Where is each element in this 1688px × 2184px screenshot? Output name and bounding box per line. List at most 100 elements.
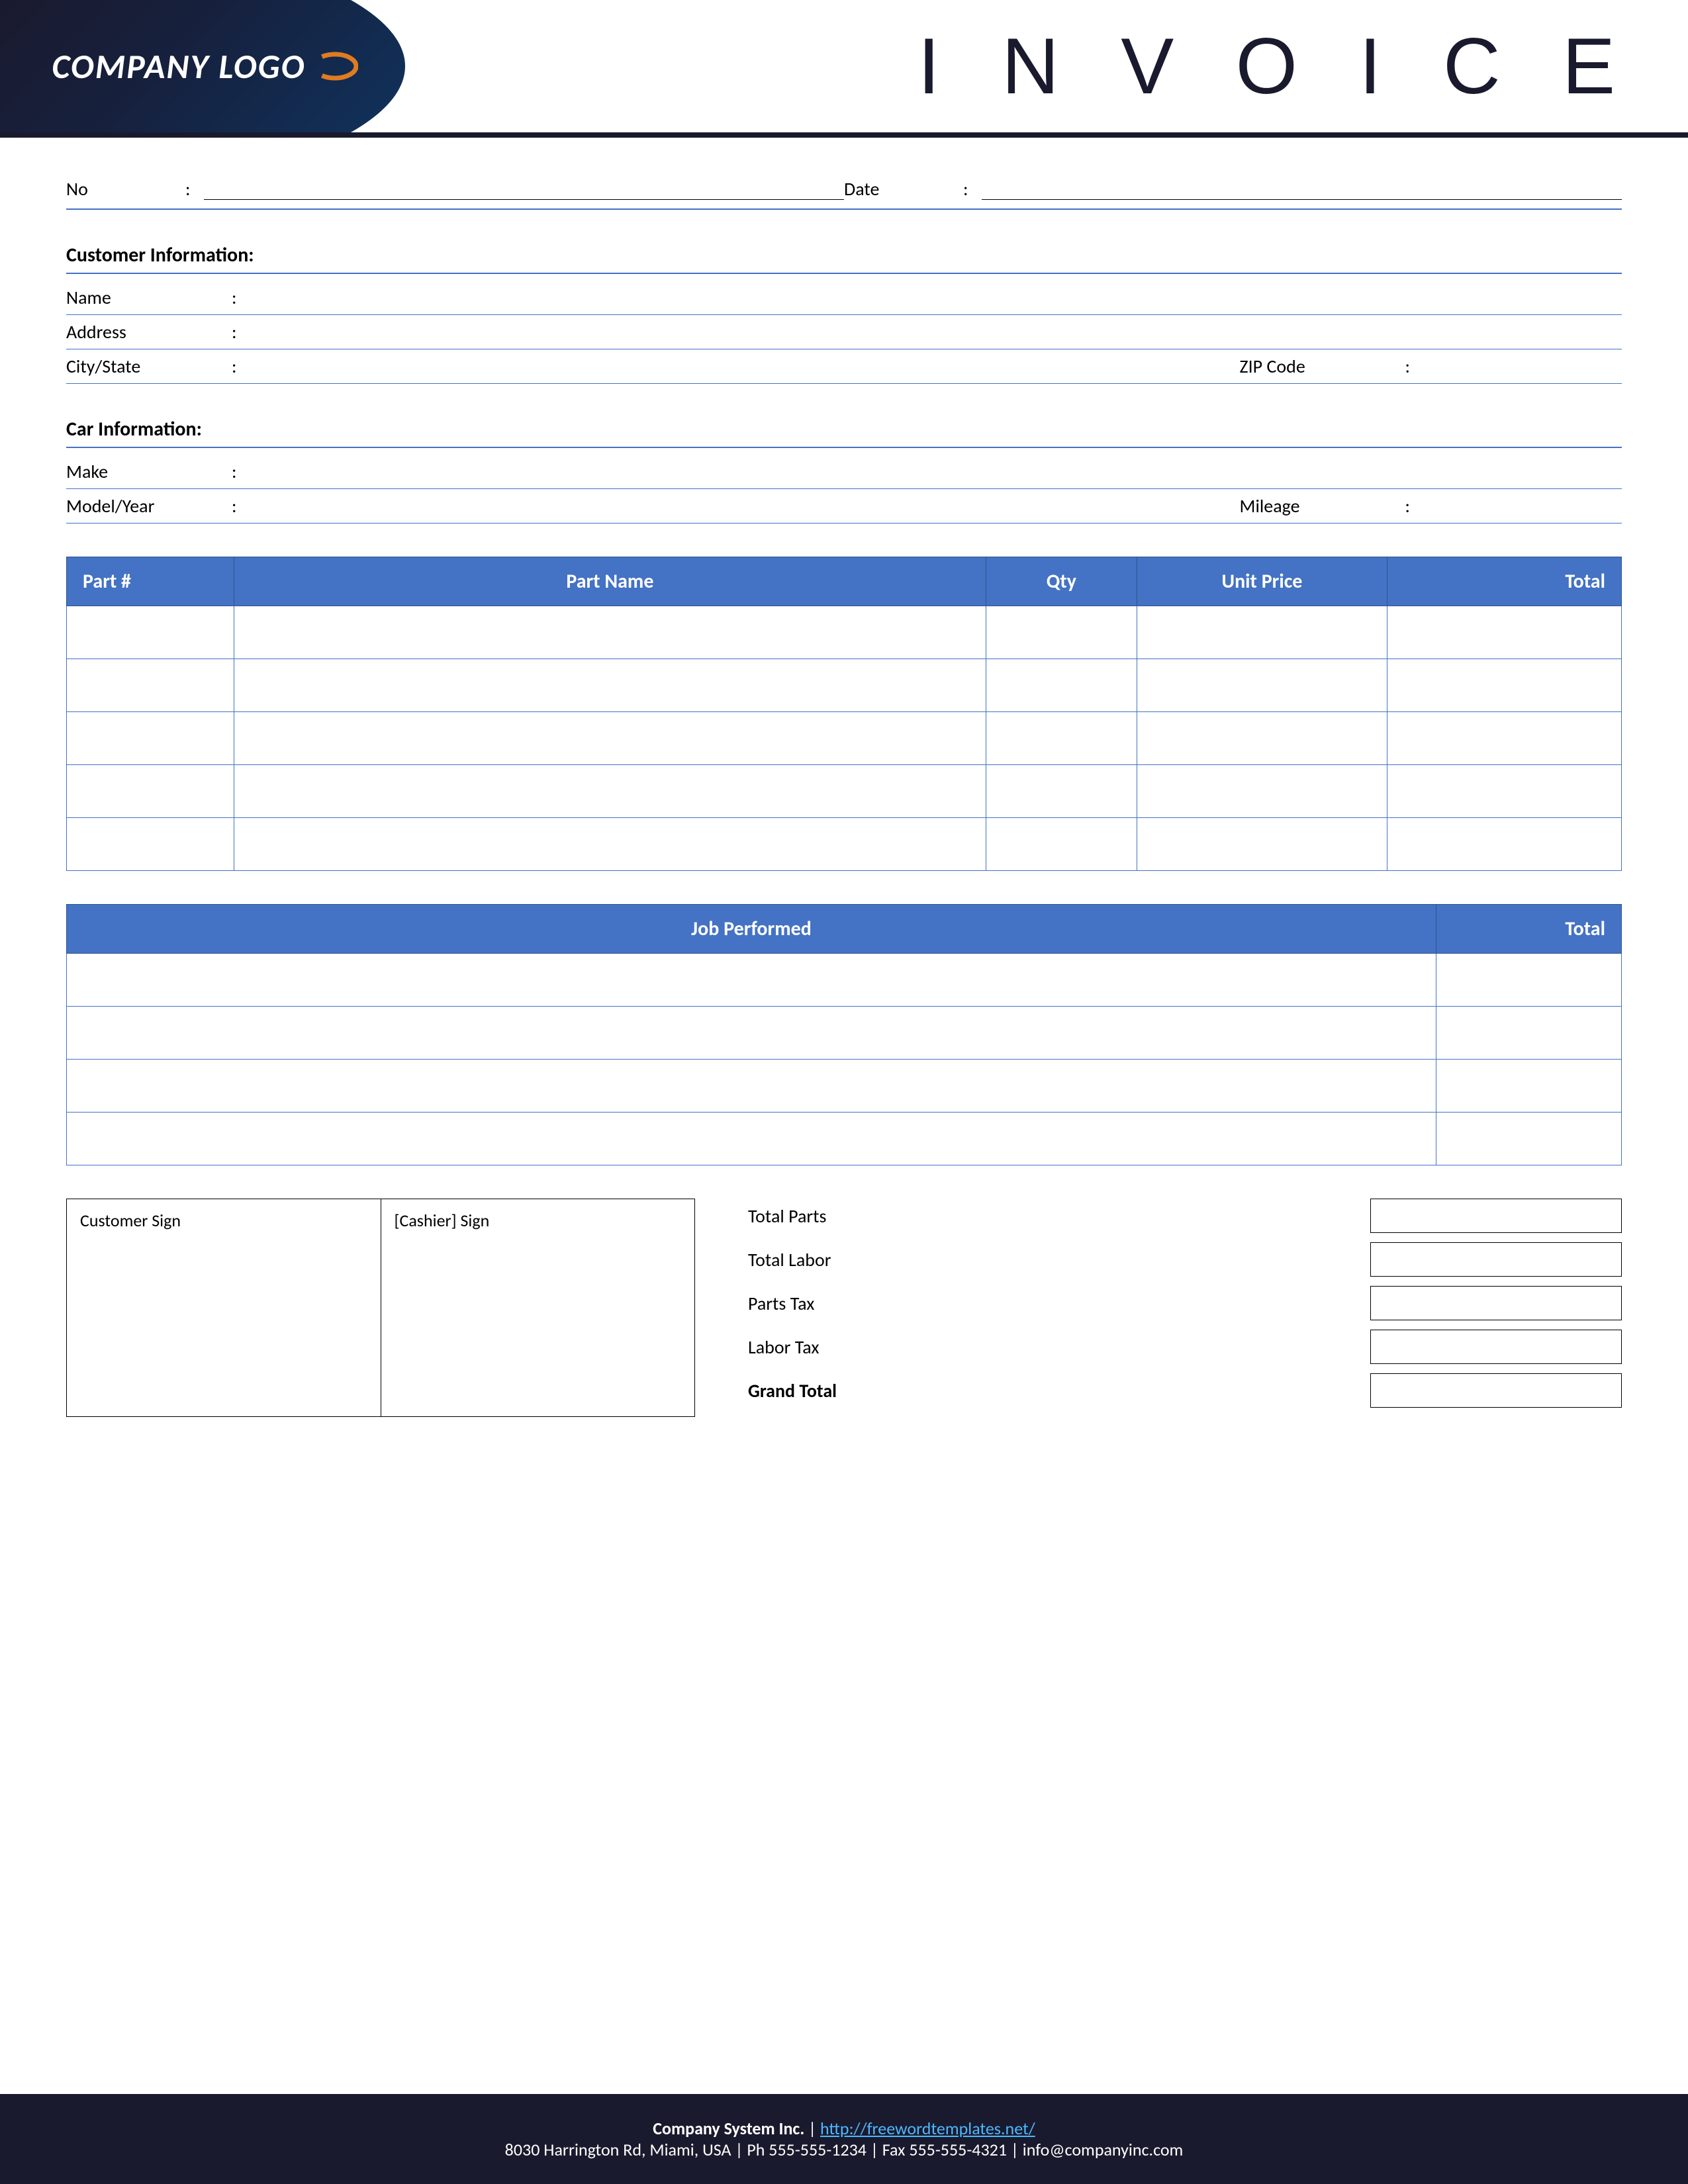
logo-label: COMPANY LOGO (52, 45, 306, 87)
grand-total-row: Grand Total (748, 1373, 1622, 1408)
col-job: Job Performed (67, 905, 1436, 954)
part-num-cell[interactable] (67, 818, 234, 871)
model-year-value[interactable] (250, 499, 845, 518)
part-qty-cell[interactable] (986, 712, 1137, 765)
job-total-cell[interactable] (1436, 1060, 1622, 1113)
part-unit-price-cell[interactable] (1137, 659, 1387, 712)
part-num-cell[interactable] (67, 659, 234, 712)
no-date-row: No : Date : (66, 177, 1622, 210)
car-make-value[interactable] (250, 465, 1622, 483)
car-make-colon: : (232, 460, 237, 483)
job-desc-cell[interactable] (67, 1113, 1436, 1165)
city-state-value[interactable] (250, 359, 845, 378)
part-qty-cell[interactable] (986, 606, 1137, 659)
parts-tax-value[interactable] (1370, 1286, 1622, 1320)
footer: Company System Inc. | http://freewordtem… (0, 2094, 1688, 2184)
total-labor-value[interactable] (1370, 1242, 1622, 1277)
signatures-box: Customer Sign [Cashier] Sign (66, 1199, 695, 1417)
job-table-header-row: Job Performed Total (67, 905, 1622, 954)
car-make-label: Make (66, 460, 218, 483)
part-unit-price-cell[interactable] (1137, 606, 1387, 659)
part-num-cell[interactable] (67, 712, 234, 765)
part-unit-price-cell[interactable] (1137, 765, 1387, 818)
model-mileage-split: Model/Year : Mileage : (66, 494, 1622, 518)
header-logo-area: COMPANY LOGO (0, 0, 450, 132)
part-name-cell[interactable] (234, 818, 986, 871)
totals-box: Total Parts Total Labor Parts Tax Labor … (748, 1199, 1622, 1417)
company-logo: COMPANY LOGO (52, 45, 359, 87)
city-state-label: City/State (66, 355, 218, 378)
parts-table-header-row: Part # Part Name Qty Unit Price Total (67, 557, 1622, 606)
part-total-cell[interactable] (1387, 712, 1622, 765)
customer-address-value[interactable] (250, 325, 1622, 343)
date-colon: : (963, 177, 968, 201)
customer-city-zip-row: City/State : ZIP Code : (66, 349, 1622, 384)
part-name-cell[interactable] (234, 606, 986, 659)
col-part-name: Part Name (234, 557, 986, 606)
parts-tax-label: Parts Tax (748, 1292, 1370, 1315)
car-make-row: Make : (66, 455, 1622, 489)
zip-half: ZIP Code : (844, 355, 1622, 378)
customer-name-row: Name : (66, 281, 1622, 315)
part-name-cell[interactable] (234, 659, 986, 712)
date-value[interactable] (982, 179, 1622, 200)
date-section: Date : (844, 177, 1622, 201)
labor-tax-row: Labor Tax (748, 1330, 1622, 1364)
mileage-half: Mileage : (844, 494, 1622, 518)
header: COMPANY LOGO I N V O I C E (0, 0, 1688, 132)
job-total-cell[interactable] (1436, 1113, 1622, 1165)
job-desc-cell[interactable] (67, 1007, 1436, 1060)
footer-line2: 8030 Harrington Rd, Miami, USA | Ph 555-… (13, 2139, 1675, 2160)
no-section: No : (66, 177, 844, 201)
mileage-value[interactable] (1423, 499, 1622, 518)
part-total-cell[interactable] (1387, 818, 1622, 871)
part-total-cell[interactable] (1387, 765, 1622, 818)
part-name-cell[interactable] (234, 765, 986, 818)
part-unit-price-cell[interactable] (1137, 712, 1387, 765)
footer-website[interactable]: http://freewordtemplates.net/ (820, 2118, 1035, 2139)
total-parts-value[interactable] (1370, 1199, 1622, 1233)
part-num-cell[interactable] (67, 765, 234, 818)
footer-separator: | (808, 2118, 820, 2139)
no-value[interactable] (204, 179, 845, 200)
grand-total-value[interactable] (1370, 1373, 1622, 1408)
col-qty: Qty (986, 557, 1137, 606)
job-desc-cell[interactable] (67, 954, 1436, 1007)
labor-tax-value[interactable] (1370, 1330, 1622, 1364)
no-label: No (66, 177, 172, 201)
part-qty-cell[interactable] (986, 659, 1137, 712)
part-total-cell[interactable] (1387, 659, 1622, 712)
part-num-cell[interactable] (67, 606, 234, 659)
parts-row (67, 765, 1622, 818)
customer-address-label: Address (66, 320, 218, 343)
total-labor-row: Total Labor (748, 1242, 1622, 1277)
total-labor-label: Total Labor (748, 1248, 1370, 1271)
part-qty-cell[interactable] (986, 765, 1137, 818)
car-info-header: Car Information: (66, 417, 1622, 448)
part-name-cell[interactable] (234, 712, 986, 765)
part-total-cell[interactable] (1387, 606, 1622, 659)
cashier-sign-label: [Cashier] Sign (395, 1210, 682, 1231)
header-invoice-area: I N V O I C E (450, 0, 1688, 132)
part-qty-cell[interactable] (986, 818, 1137, 871)
zip-value[interactable] (1423, 359, 1622, 378)
footer-company-name: Company System Inc. (653, 2118, 804, 2139)
job-row (67, 1060, 1622, 1113)
customer-info-header: Customer Information: (66, 243, 1622, 274)
footer-line1: Company System Inc. | http://freewordtem… (13, 2118, 1675, 2139)
part-unit-price-cell[interactable] (1137, 818, 1387, 871)
job-total-cell[interactable] (1436, 954, 1622, 1007)
parts-tax-row: Parts Tax (748, 1286, 1622, 1320)
job-desc-cell[interactable] (67, 1060, 1436, 1113)
zip-label: ZIP Code (1240, 355, 1392, 378)
mileage-colon: : (1405, 494, 1411, 518)
job-total-cell[interactable] (1436, 1007, 1622, 1060)
parts-row (67, 712, 1622, 765)
customer-name-value[interactable] (250, 291, 1622, 309)
customer-sign-cell: Customer Sign (67, 1199, 381, 1416)
col-job-total: Total (1436, 905, 1622, 954)
model-year-half: Model/Year : (66, 494, 844, 518)
city-state-colon: : (232, 355, 237, 378)
job-row (67, 1113, 1622, 1165)
grand-total-label: Grand Total (748, 1379, 1370, 1402)
